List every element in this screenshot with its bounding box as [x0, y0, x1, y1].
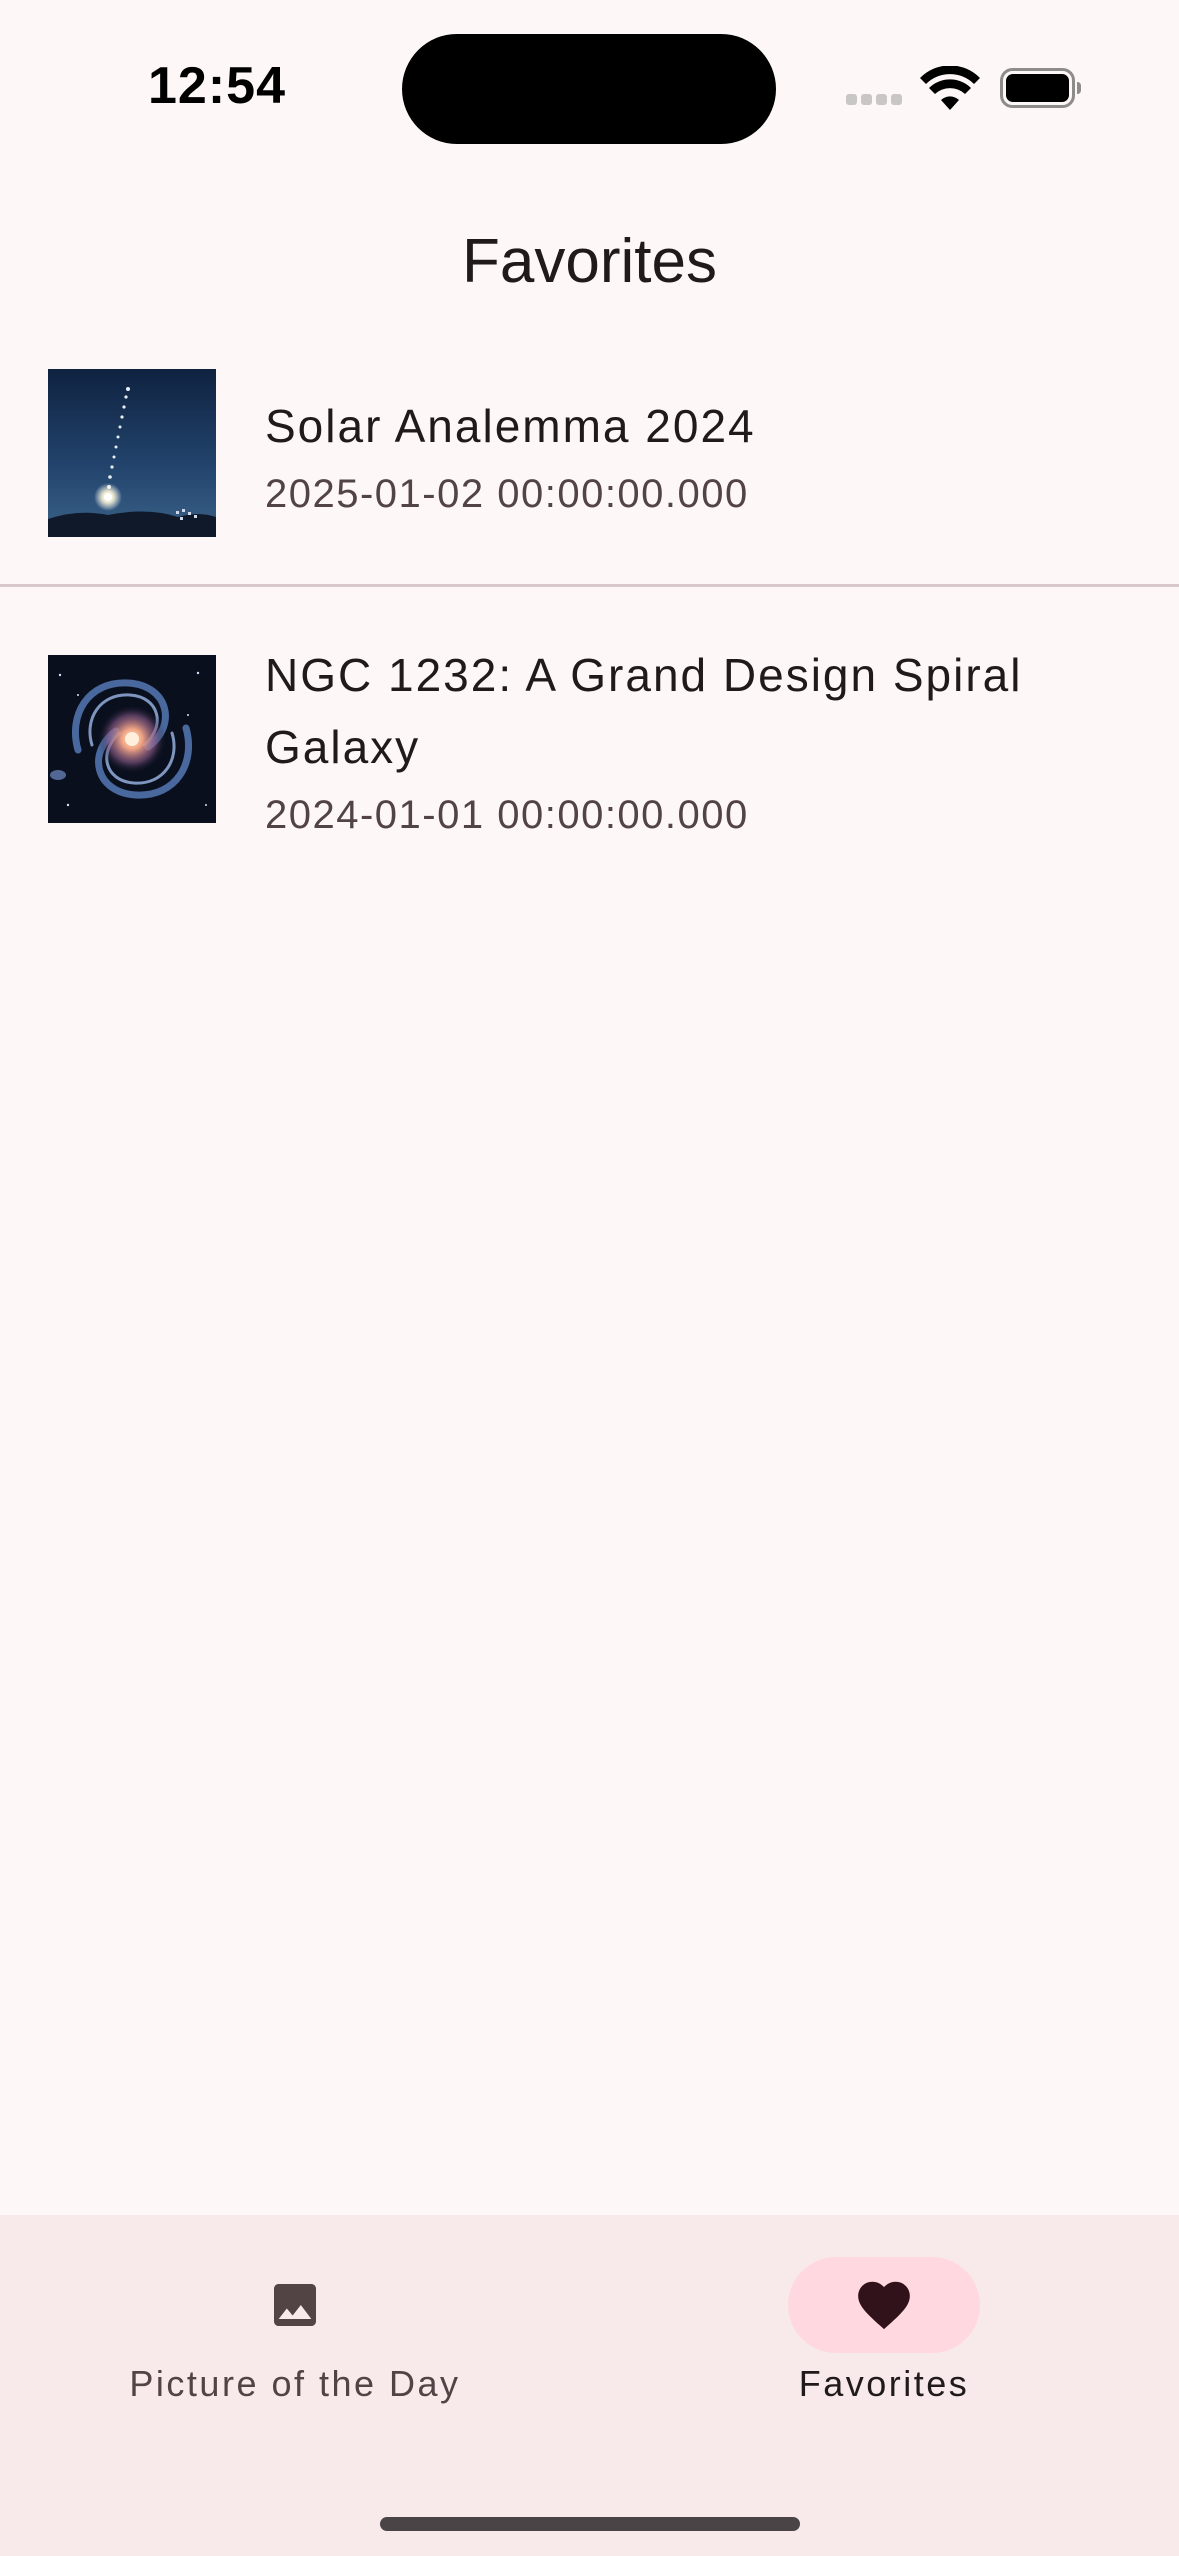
- heart-icon: [858, 2281, 910, 2330]
- favorites-list: Solar Analemma 2024 2025-01-02 00:00:00.…: [0, 340, 1179, 887]
- spiral-galaxy-thumbnail: [48, 655, 216, 823]
- nav-indicator: [199, 2257, 391, 2353]
- list-item[interactable]: NGC 1232: A Grand Design Spiral Galaxy 2…: [0, 587, 1179, 887]
- nav-label: Picture of the Day: [129, 2363, 461, 2404]
- bottom-navigation-bar: Picture of the Day Favorites: [0, 2215, 1179, 2556]
- solar-analemma-thumbnail: [48, 369, 216, 537]
- list-item[interactable]: Solar Analemma 2024 2025-01-02 00:00:00.…: [0, 340, 1179, 584]
- dynamic-island: [402, 34, 776, 144]
- nav-label: Favorites: [798, 2363, 970, 2404]
- battery-icon: [1000, 68, 1081, 108]
- item-date: 2025-01-02 00:00:00.000: [265, 472, 749, 516]
- status-time: 12:54: [148, 57, 286, 115]
- nav-item-favorites[interactable]: Favorites: [644, 2257, 1124, 2405]
- image-icon: [274, 2284, 316, 2326]
- nav-item-picture-of-the-day[interactable]: Picture of the Day: [55, 2257, 535, 2405]
- item-title: NGC 1232: A Grand Design Spiral Galaxy: [265, 649, 1023, 773]
- wifi-icon: [920, 66, 980, 110]
- list-item-text: Solar Analemma 2024 2025-01-02 00:00:00.…: [265, 390, 1119, 524]
- item-title: Solar Analemma 2024: [265, 400, 756, 452]
- cellular-signal-icon: [846, 94, 904, 106]
- page-title: Favorites: [462, 227, 717, 296]
- list-item-text: NGC 1232: A Grand Design Spiral Galaxy 2…: [265, 639, 1119, 845]
- home-indicator[interactable]: [380, 2517, 800, 2531]
- nav-active-indicator: [788, 2257, 980, 2353]
- status-bar: 12:54: [0, 0, 1179, 150]
- item-date: 2024-01-01 00:00:00.000: [265, 793, 749, 837]
